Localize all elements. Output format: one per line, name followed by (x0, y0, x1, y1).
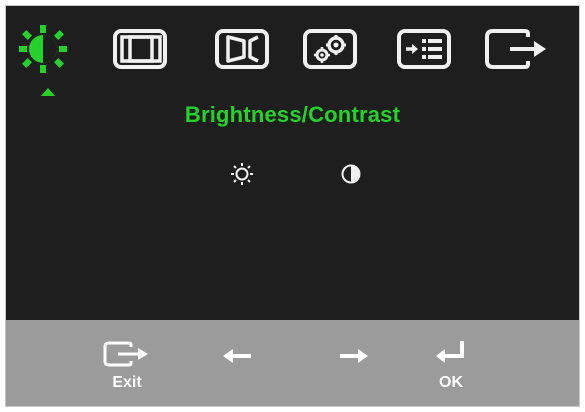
left-button[interactable] (221, 346, 253, 371)
image-position-icon (112, 27, 168, 71)
ok-label: OK (439, 374, 463, 391)
arrow-right-icon (338, 346, 370, 371)
exit-icon (484, 27, 550, 71)
image-setup-icon (214, 27, 270, 71)
tab-exit[interactable] (484, 18, 550, 80)
active-tab-indicator (41, 88, 55, 96)
control-bar: Exit OK (6, 320, 579, 406)
tab-brightness-contrast[interactable] (12, 18, 74, 80)
panel-title: Brightness/Contrast (184, 102, 401, 127)
contrast-item[interactable] (336, 161, 366, 191)
arrow-left-icon (221, 346, 253, 371)
tab-options[interactable] (393, 18, 455, 80)
sun-icon (230, 162, 254, 191)
image-properties-icon (302, 27, 358, 71)
menu-tab-row (6, 6, 579, 96)
osd-menu: Brightness/Contrast Exit OK (5, 5, 580, 407)
exit-label: Exit (112, 374, 142, 391)
right-button[interactable] (338, 346, 370, 371)
tab-image-setup[interactable] (211, 18, 273, 80)
options-icon (396, 27, 452, 71)
contrast-icon (340, 163, 362, 190)
tab-image-properties[interactable] (299, 18, 361, 80)
enter-icon (434, 338, 468, 373)
brightness-contrast-icon (16, 22, 70, 76)
tab-image-position[interactable] (109, 18, 171, 80)
brightness-item[interactable] (227, 161, 257, 191)
exit-icon (102, 340, 152, 373)
ok-button[interactable]: OK (434, 338, 468, 392)
exit-button[interactable]: Exit (102, 340, 152, 392)
